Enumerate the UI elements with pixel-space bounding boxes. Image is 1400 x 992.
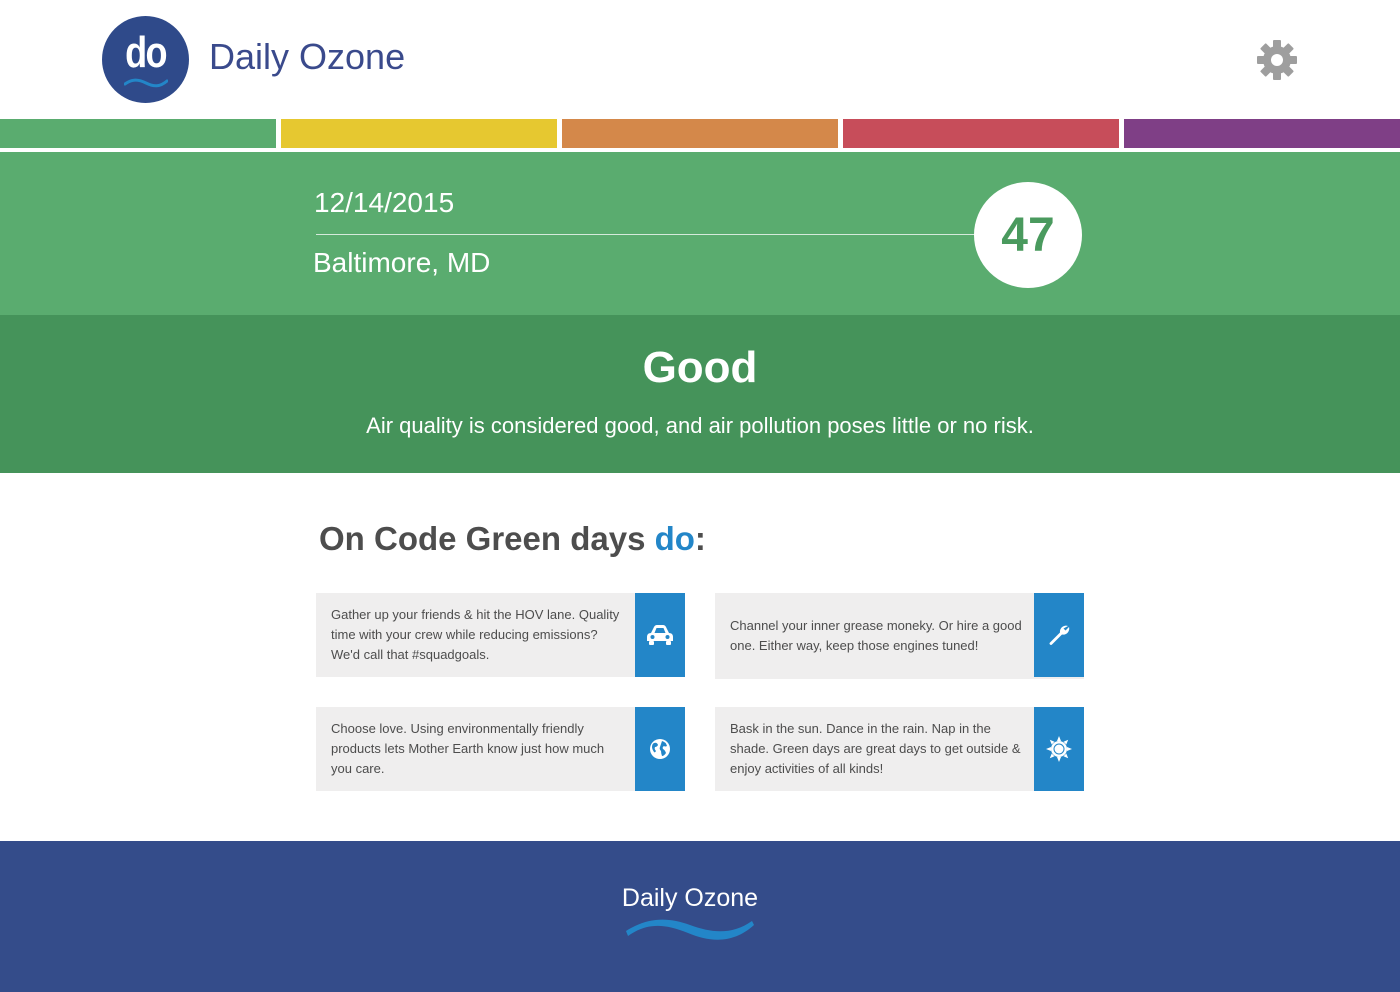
tip-text: Choose love. Using environmentally frien… <box>331 721 605 776</box>
scale-segment-very-unhealthy[interactable] <box>1124 119 1400 148</box>
forecast-location[interactable]: Baltimore, MD <box>313 247 490 279</box>
tip-text: Gather up your friends & hit the HOV lan… <box>331 607 620 662</box>
aqi-badge: 47 <box>974 182 1082 288</box>
tips-heading-prefix: On Code Green days <box>319 520 655 557</box>
category-description: Air quality is considered good, and air … <box>366 413 1034 438</box>
forecast-divider <box>316 234 978 235</box>
aqi-value: 47 <box>1001 209 1055 262</box>
site-header: do Daily Ozone <box>0 0 1400 118</box>
scale-segment-unhealthy-sensitive[interactable] <box>562 119 838 148</box>
footer-wave-icon <box>626 919 754 940</box>
logo-text: do <box>125 28 167 77</box>
scale-segment-good[interactable] <box>0 119 276 148</box>
tips-heading: On Code Green days do: <box>319 520 706 558</box>
forecast-panel: 12/14/2015 Baltimore, MD 47 <box>0 155 1400 315</box>
tip-icon-box <box>635 593 685 677</box>
tip-icon-box <box>1034 593 1084 677</box>
tips-heading-accent: do <box>654 520 695 557</box>
tip-text: Bask in the sun. Dance in the rain. Nap … <box>730 721 1021 776</box>
category-panel: Good Air quality is considered good, and… <box>0 315 1400 473</box>
tip-card-eco-products[interactable]: Choose love. Using environmentally frien… <box>316 707 685 791</box>
tip-icon-box <box>635 707 685 791</box>
settings-button[interactable] <box>1254 37 1300 83</box>
tip-card-outdoors[interactable]: Bask in the sun. Dance in the rain. Nap … <box>715 707 1084 791</box>
logo-wave-icon <box>124 78 168 88</box>
footer-brand-name[interactable]: Daily Ozone <box>0 884 1380 913</box>
aqi-color-scale <box>0 119 1400 148</box>
tip-icon-box <box>1034 707 1084 791</box>
category-title: Good <box>642 343 758 392</box>
scale-segment-unhealthy[interactable] <box>843 119 1119 148</box>
wrench-icon <box>1049 625 1070 645</box>
daily-ozone-logo[interactable]: do <box>102 16 189 103</box>
tips-heading-suffix: : <box>694 520 706 557</box>
site-footer: Daily Ozone <box>0 841 1400 992</box>
scale-segment-moderate[interactable] <box>281 119 557 148</box>
sun-icon <box>1046 736 1072 762</box>
tip-text: Channel your inner grease moneky. Or hir… <box>730 618 1022 653</box>
tip-card-tune-engine[interactable]: Channel your inner grease moneky. Or hir… <box>715 593 1084 679</box>
globe-icon <box>650 739 670 759</box>
tip-card-carpool[interactable]: Gather up your friends & hit the HOV lan… <box>316 593 685 677</box>
forecast-date: 12/14/2015 <box>314 187 455 218</box>
gear-icon <box>1257 40 1297 80</box>
car-icon <box>647 625 673 645</box>
brand-name[interactable]: Daily Ozone <box>209 36 405 78</box>
